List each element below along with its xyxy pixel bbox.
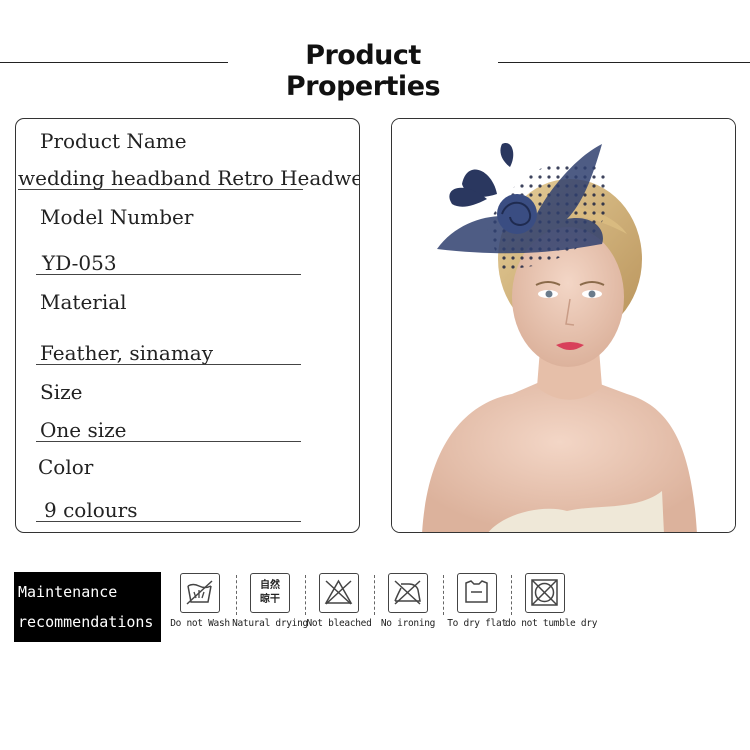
no-ironing-icon (388, 573, 428, 613)
maintenance-title-line2: recommendations (18, 613, 154, 631)
model-number-label: Model Number (40, 205, 194, 229)
model-with-fascinator-image (392, 119, 735, 532)
material-label: Material (40, 290, 127, 314)
natural-drying-glyph-bottom: 晾干 (260, 594, 280, 605)
no-tumble-dry-icon (525, 573, 565, 613)
no-tumble-dry-label: do not tumble dry (505, 618, 598, 629)
care-item-no-wash: Do not Wash (160, 573, 240, 629)
size-value: One size (36, 420, 301, 442)
care-item-no-bleach: Not bleached (299, 573, 379, 629)
color-value: 9 colours (36, 500, 301, 522)
maintenance-title-box: Maintenance recommendations (14, 572, 161, 642)
care-item-natural-drying: 自然 晾干 Natural drying (230, 573, 310, 629)
product-photo (391, 118, 736, 533)
care-item-no-ironing: No ironing (368, 573, 448, 629)
no-bleach-icon (319, 573, 359, 613)
care-item-no-tumble-dry: do not tumble dry (505, 573, 598, 629)
model-number-value: YD-053 (36, 253, 301, 275)
header-rule-right (498, 62, 750, 63)
header-rule-left (0, 62, 228, 63)
natural-drying-label: Natural drying (232, 618, 308, 629)
material-value: Feather, sinamay (36, 343, 301, 365)
product-name-value: wedding headband Retro Headwear (18, 166, 360, 190)
color-label: Color (38, 455, 94, 479)
no-bleach-label: Not bleached (306, 618, 372, 629)
maintenance-title-line1: Maintenance (18, 583, 118, 601)
natural-drying-glyph-top: 自然 (260, 580, 280, 591)
spec-panel: Product Name wedding headband Retro Head… (15, 118, 360, 533)
size-label: Size (40, 380, 83, 404)
dry-flat-icon (457, 573, 497, 613)
page-title: Product Properties (285, 40, 441, 102)
product-name-label: Product Name (40, 129, 187, 153)
no-wash-label: Do not Wash (170, 618, 230, 629)
no-ironing-label: No ironing (380, 618, 436, 629)
natural-drying-icon: 自然 晾干 (250, 573, 290, 613)
no-wash-icon (180, 573, 220, 613)
